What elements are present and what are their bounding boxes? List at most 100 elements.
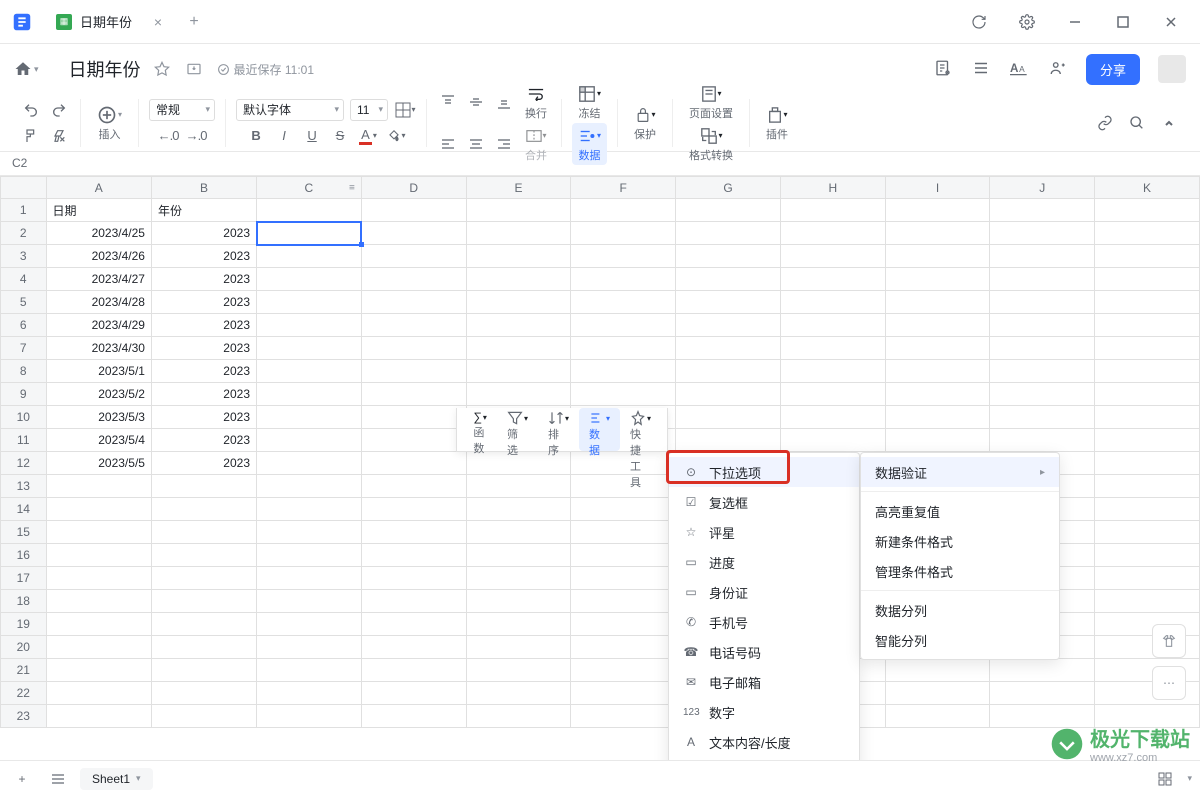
menu-tel-option[interactable]: ☎电话号码 (669, 637, 859, 667)
col-header-C[interactable]: C≡ (257, 177, 362, 199)
cell-A1[interactable]: 日期 (46, 199, 151, 222)
cell-K3[interactable] (1095, 245, 1200, 268)
valign-top-button[interactable] (437, 91, 459, 113)
data-strip-button[interactable]: ▾数据 (579, 408, 620, 451)
cell-C11[interactable] (257, 429, 362, 452)
cell-B16[interactable] (151, 544, 256, 567)
row-header-21[interactable]: 21 (1, 659, 47, 682)
cell-A19[interactable] (46, 613, 151, 636)
maximize-button[interactable] (1102, 6, 1144, 38)
cell-A16[interactable] (46, 544, 151, 567)
cell-H2[interactable] (780, 222, 885, 245)
collapse-icon[interactable] (1158, 112, 1180, 134)
cell-A21[interactable] (46, 659, 151, 682)
redo-button[interactable] (48, 99, 70, 121)
text-style-icon[interactable]: AA (1010, 59, 1030, 79)
row-header-1[interactable]: 1 (1, 199, 47, 222)
cell-F4[interactable] (571, 268, 676, 291)
cell-E19[interactable] (466, 613, 571, 636)
cell-B4[interactable]: 2023 (151, 268, 256, 291)
cell-B8[interactable]: 2023 (151, 360, 256, 383)
col-header-F[interactable]: F (571, 177, 676, 199)
cell-B21[interactable] (151, 659, 256, 682)
cell-G7[interactable] (676, 337, 781, 360)
col-header-E[interactable]: E (466, 177, 571, 199)
doc-title[interactable]: 日期年份 (69, 56, 141, 82)
row-header-8[interactable]: 8 (1, 360, 47, 383)
cell-G9[interactable] (676, 383, 781, 406)
menu-checkbox-option[interactable]: ☑复选框 (669, 487, 859, 517)
cell-C20[interactable] (257, 636, 362, 659)
cell-E2[interactable] (466, 222, 571, 245)
protect-button[interactable]: ▾ 保护 (628, 102, 662, 144)
cell-A17[interactable] (46, 567, 151, 590)
cell-I22[interactable] (885, 682, 990, 705)
row-header-22[interactable]: 22 (1, 682, 47, 705)
cell-J2[interactable] (990, 222, 1095, 245)
cell-A3[interactable]: 2023/4/26 (46, 245, 151, 268)
cell-B12[interactable]: 2023 (151, 452, 256, 475)
cell-E7[interactable] (466, 337, 571, 360)
row-header-12[interactable]: 12 (1, 452, 47, 475)
font-size-select[interactable]: 11 (350, 99, 388, 121)
cell-H5[interactable] (780, 291, 885, 314)
cell-D16[interactable] (361, 544, 466, 567)
cell-A9[interactable]: 2023/5/2 (46, 383, 151, 406)
cell-A8[interactable]: 2023/5/1 (46, 360, 151, 383)
font-family-select[interactable]: 默认字体 (236, 99, 344, 121)
sheet-tab[interactable]: Sheet1▾ (80, 768, 153, 790)
menu-new-conditional-format[interactable]: 新建条件格式 (861, 526, 1059, 556)
cell-B9[interactable]: 2023 (151, 383, 256, 406)
cell-C4[interactable] (257, 268, 362, 291)
cell-J6[interactable] (990, 314, 1095, 337)
row-header-2[interactable]: 2 (1, 222, 47, 245)
cell-D3[interactable] (361, 245, 466, 268)
cell-J22[interactable] (990, 682, 1095, 705)
cell-E23[interactable] (466, 705, 571, 728)
cell-F18[interactable] (571, 590, 676, 613)
cell-I5[interactable] (885, 291, 990, 314)
cell-A15[interactable] (46, 521, 151, 544)
menu-dropdown-option[interactable]: ⊙下拉选项 (669, 457, 859, 487)
cell-A12[interactable]: 2023/5/5 (46, 452, 151, 475)
cell-K11[interactable] (1095, 429, 1200, 452)
cell-B5[interactable]: 2023 (151, 291, 256, 314)
cell-F9[interactable] (571, 383, 676, 406)
cell-G11[interactable] (676, 429, 781, 452)
cell-I21[interactable] (885, 659, 990, 682)
cell-D21[interactable] (361, 659, 466, 682)
cell-E4[interactable] (466, 268, 571, 291)
cell-H11[interactable] (780, 429, 885, 452)
cell-J1[interactable] (990, 199, 1095, 222)
row-header-18[interactable]: 18 (1, 590, 47, 613)
format-convert-button[interactable]: ▾ 格式转换 (683, 123, 739, 165)
cell-J21[interactable] (990, 659, 1095, 682)
cell-H6[interactable] (780, 314, 885, 337)
cell-D17[interactable] (361, 567, 466, 590)
plugin-button[interactable]: ▾ 插件 (760, 102, 794, 144)
move-button[interactable] (183, 58, 205, 80)
cell-K7[interactable] (1095, 337, 1200, 360)
cell-K16[interactable] (1095, 544, 1200, 567)
cell-F6[interactable] (571, 314, 676, 337)
add-sheet-button[interactable]: + (8, 765, 36, 793)
cell-D20[interactable] (361, 636, 466, 659)
valign-middle-button[interactable] (465, 91, 487, 113)
cell-E1[interactable] (466, 199, 571, 222)
cell-C9[interactable] (257, 383, 362, 406)
filter-button[interactable]: ▾筛选 (497, 408, 538, 451)
col-header-J[interactable]: J (990, 177, 1095, 199)
cell-A7[interactable]: 2023/4/30 (46, 337, 151, 360)
close-button[interactable] (1150, 6, 1192, 38)
tab-close-button[interactable]: × (150, 14, 166, 30)
cell-D19[interactable] (361, 613, 466, 636)
collaborators-icon[interactable] (1048, 59, 1068, 79)
cell-B1[interactable]: 年份 (151, 199, 256, 222)
cell-E21[interactable] (466, 659, 571, 682)
cell-A20[interactable] (46, 636, 151, 659)
cell-B17[interactable] (151, 567, 256, 590)
cell-F3[interactable] (571, 245, 676, 268)
cell-F17[interactable] (571, 567, 676, 590)
row-header-10[interactable]: 10 (1, 406, 47, 429)
decrease-decimal-button[interactable]: ←.0 (157, 125, 179, 147)
